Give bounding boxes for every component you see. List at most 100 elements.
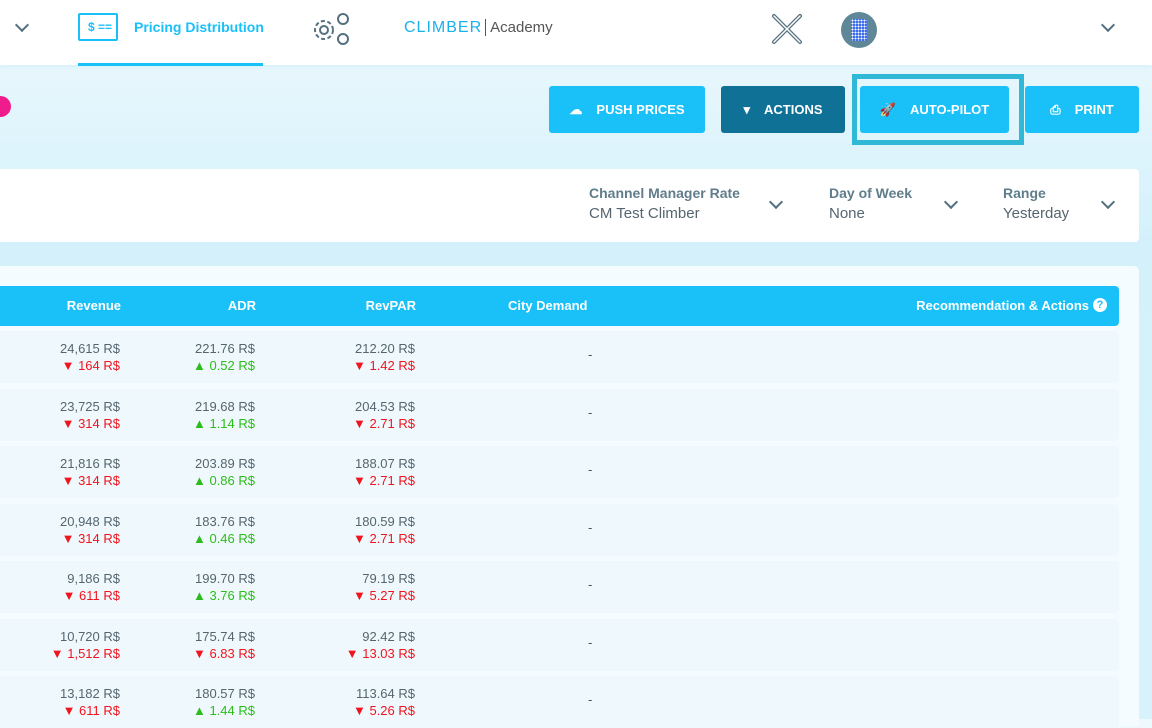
push-prices-button[interactable]: ☁ PUSH PRICES: [549, 86, 705, 133]
day-of-week-select[interactable]: Day of Week None: [829, 185, 912, 222]
revenue-change: ▼ 314 R$: [61, 531, 120, 546]
revpar-value: 92.42 R$: [362, 629, 415, 644]
revpar-value: 188.07 R$: [355, 456, 415, 471]
adr-change: ▲ 1.14 R$: [192, 416, 255, 431]
revenue-cell: 23,725 R$ ▼ 314 R$: [60, 398, 120, 432]
revpar-change: ▼ 13.03 R$: [345, 646, 415, 661]
revpar-cell: 113.64 R$ ▼ 5.26 R$: [353, 685, 415, 719]
channel-manager-rate-select[interactable]: Channel Manager Rate CM Test Climber: [589, 185, 740, 222]
revenue-change: ▼ 1,512 R$: [50, 646, 120, 661]
adr-change: ▲ 0.46 R$: [192, 531, 255, 546]
adr-change: ▲ 1.44 R$: [192, 703, 255, 718]
adr-change: ▲ 0.52 R$: [192, 358, 255, 373]
revenue-change: ▼ 314 R$: [61, 416, 120, 431]
table-row[interactable]: 21,816 R$ ▼ 314 R$ 203.89 R$ ▲ 0.86 R$ 188.0…: [0, 446, 1119, 498]
adr-value: 175.74 R$: [195, 629, 255, 644]
tab-label: Pricing Distribution: [134, 19, 264, 35]
revenue-change: ▼ 611 R$: [62, 588, 120, 603]
revenue-cell: 21,816 R$ ▼ 314 R$: [60, 455, 120, 489]
revenue-value: 24,615 R$: [60, 341, 120, 356]
adr-change: ▼ 6.83 R$: [192, 646, 255, 661]
adr-value: 221.76 R$: [195, 341, 255, 356]
revpar-value: 113.64 R$: [355, 686, 415, 701]
revenue-cell: 24,615 R$ ▼ 164 R$: [60, 340, 120, 374]
adr-value: 203.89 R$: [195, 456, 255, 471]
adr-cell: 221.76 R$ ▲ 0.52 R$: [193, 340, 255, 374]
auto-pilot-button[interactable]: 🚀 AUTO-PILOT: [860, 86, 1009, 133]
adr-cell: 183.76 R$ ▲ 0.46 R$: [193, 513, 255, 547]
avatar[interactable]: [841, 12, 877, 48]
top-nav: $ == Pricing Distribution CLIMBER Academy: [0, 0, 1152, 66]
revpar-change: ▼ 5.26 R$: [352, 703, 415, 718]
adr-value: 180.57 R$: [195, 686, 255, 701]
printer-icon: ⎙: [1050, 101, 1061, 117]
tab-pricing-distribution[interactable]: $ == Pricing Distribution: [78, 0, 264, 66]
settings-gears-icon[interactable]: [310, 12, 352, 46]
range-select[interactable]: Range Yesterday: [1003, 185, 1069, 222]
revpar-change: ▼ 2.71 R$: [352, 531, 415, 546]
revpar-cell: 204.53 R$ ▼ 2.71 R$: [353, 398, 415, 432]
header-revenue[interactable]: Revenue: [67, 298, 121, 313]
city-demand-value: -: [588, 520, 593, 535]
city-demand-value: -: [588, 692, 593, 707]
tools-icon[interactable]: [770, 12, 804, 46]
actions-button[interactable]: ▾ ACTIONS: [721, 86, 845, 133]
revenue-change: ▼ 164 R$: [61, 358, 120, 373]
revpar-change: ▼ 1.42 R$: [352, 358, 415, 373]
user-menu-chevron-icon[interactable]: [1100, 17, 1116, 33]
city-demand-value: -: [588, 635, 593, 650]
revenue-cell: 9,186 R$ ▼ 611 R$: [63, 570, 120, 604]
table-row[interactable]: 24,615 R$ ▼ 164 R$ 221.76 R$ ▲ 0.52 R$ 212.2…: [0, 331, 1119, 383]
table-row[interactable]: 9,186 R$ ▼ 611 R$ 199.70 R$ ▲ 3.76 R$ 79.19 …: [0, 561, 1119, 613]
table-row[interactable]: 23,725 R$ ▼ 314 R$ 219.68 R$ ▲ 1.14 R$ 204.5…: [0, 389, 1119, 441]
adr-change: ▲ 0.86 R$: [192, 473, 255, 488]
revpar-value: 79.19 R$: [362, 571, 415, 586]
revpar-value: 204.53 R$: [355, 399, 415, 414]
chevron-down-icon[interactable]: [14, 17, 30, 33]
adr-cell: 180.57 R$ ▲ 1.44 R$: [193, 685, 255, 719]
table-row[interactable]: 20,948 R$ ▼ 314 R$ 183.76 R$ ▲ 0.46 R$ 180.5…: [0, 504, 1119, 556]
table-row[interactable]: 13,182 R$ ▼ 611 R$ 180.57 R$ ▲ 1.44 R$ 113.6…: [0, 676, 1119, 728]
help-icon[interactable]: ?: [1093, 298, 1107, 312]
revpar-change: ▼ 2.71 R$: [352, 473, 415, 488]
header-recommendation: Recommendation & Actions: [916, 298, 1089, 313]
revenue-change: ▼ 314 R$: [61, 473, 120, 488]
print-button[interactable]: ⎙ PRINT: [1025, 86, 1139, 133]
revenue-value: 21,816 R$: [60, 456, 120, 471]
header-city-demand[interactable]: City Demand: [508, 298, 587, 313]
adr-cell: 203.89 R$ ▲ 0.86 R$: [193, 455, 255, 489]
city-demand-value: -: [588, 577, 593, 592]
adr-value: 219.68 R$: [195, 399, 255, 414]
climber-academy-logo[interactable]: CLIMBER Academy: [404, 19, 553, 37]
chevron-down-icon[interactable]: [1100, 194, 1116, 210]
rocket-icon: 🚀: [879, 101, 896, 117]
revenue-value: 13,182 R$: [60, 686, 120, 701]
filter-bar: Channel Manager Rate CM Test Climber Day …: [0, 169, 1139, 242]
cloud-upload-icon: ☁: [569, 101, 583, 117]
revpar-cell: 212.20 R$ ▼ 1.42 R$: [353, 340, 415, 374]
revenue-value: 10,720 R$: [60, 629, 120, 644]
revenue-cell: 20,948 R$ ▼ 314 R$: [60, 513, 120, 547]
city-demand-value: -: [588, 462, 593, 477]
revpar-change: ▼ 5.27 R$: [352, 588, 415, 603]
revenue-cell: 10,720 R$ ▼ 1,512 R$: [51, 628, 120, 662]
header-revpar[interactable]: RevPAR: [366, 298, 416, 313]
header-adr[interactable]: ADR: [228, 298, 256, 313]
chevron-down-icon[interactable]: [943, 194, 959, 210]
adr-value: 183.76 R$: [195, 514, 255, 529]
city-demand-value: -: [588, 347, 593, 362]
revenue-value: 23,725 R$: [60, 399, 120, 414]
adr-change: ▲ 3.76 R$: [192, 588, 255, 603]
table-header: Revenue ADR RevPAR City Demand Recommend…: [0, 286, 1119, 326]
pricing-icon: $ ==: [78, 13, 118, 41]
adr-cell: 219.68 R$ ▲ 1.14 R$: [193, 398, 255, 432]
revpar-value: 212.20 R$: [355, 341, 415, 356]
revpar-cell: 79.19 R$ ▼ 5.27 R$: [353, 570, 415, 604]
table-row[interactable]: 10,720 R$ ▼ 1,512 R$ 175.74 R$ ▼ 6.83 R$ 92.…: [0, 619, 1119, 671]
notification-dot: [0, 96, 11, 117]
revpar-cell: 180.59 R$ ▼ 2.71 R$: [353, 513, 415, 547]
revenue-change: ▼ 611 R$: [62, 703, 120, 718]
adr-cell: 175.74 R$ ▼ 6.83 R$: [193, 628, 255, 662]
revenue-cell: 13,182 R$ ▼ 611 R$: [60, 685, 120, 719]
chevron-down-icon[interactable]: [768, 194, 784, 210]
